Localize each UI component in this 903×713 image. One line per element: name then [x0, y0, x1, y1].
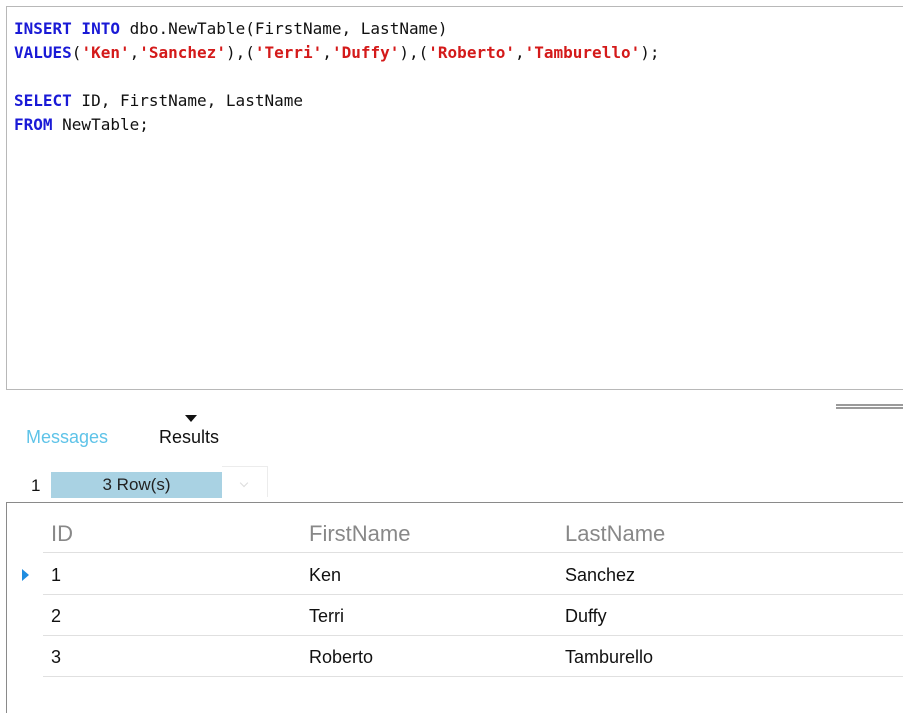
tab-results[interactable]: Results: [159, 427, 219, 448]
column-header-firstname[interactable]: FirstName: [309, 521, 410, 547]
code-token: ,: [129, 43, 140, 62]
code-token: ,: [514, 43, 525, 62]
code-line-1: INSERT INTO dbo.NewTable(FirstName, Last…: [14, 17, 659, 41]
column-header-lastname[interactable]: LastName: [565, 521, 665, 547]
table-cell[interactable]: Tamburello: [565, 647, 653, 668]
code-token: 'Tamburello': [524, 43, 641, 62]
code-token: );: [640, 43, 660, 62]
code-token: (: [71, 43, 82, 62]
code-token: ID, FirstName, LastName: [71, 91, 303, 110]
code-line-2: VALUES('Ken','Sanchez'),('Terri','Duffy'…: [14, 41, 659, 65]
active-tab-caret-icon: [185, 415, 197, 422]
pane-splitter-handle[interactable]: [836, 404, 903, 409]
code-token: ,: [322, 43, 332, 62]
code-token: 'Roberto': [428, 43, 515, 62]
result-set-index[interactable]: 1: [31, 476, 40, 496]
table-cell[interactable]: 3: [51, 647, 61, 668]
tab-messages[interactable]: Messages: [26, 427, 108, 448]
table-row[interactable]: 2 Terri Duffy: [43, 595, 903, 636]
table-cell[interactable]: 1: [51, 565, 61, 586]
code-line-5: FROM NewTable;: [14, 113, 659, 137]
table-row[interactable]: 1 Ken Sanchez: [22, 554, 903, 595]
code-token: ),(: [399, 43, 429, 62]
grid-header-row: ID FirstName LastName: [43, 517, 903, 553]
code-token: ),(: [225, 43, 255, 62]
code-line-4: SELECT ID, FirstName, LastName: [14, 89, 659, 113]
table-cell[interactable]: 2: [51, 606, 61, 627]
table-cell[interactable]: Roberto: [309, 647, 373, 668]
chevron-down-icon: [239, 478, 249, 488]
current-row-indicator-icon: [22, 569, 29, 581]
code-token: INSERT INTO: [14, 19, 120, 38]
table-cell[interactable]: Sanchez: [565, 565, 635, 586]
code-token: FROM: [14, 115, 53, 134]
code-token: VALUES: [14, 43, 72, 62]
code-token: 'Duffy': [331, 43, 400, 62]
table-cell[interactable]: Terri: [309, 606, 344, 627]
sql-code[interactable]: INSERT INTO dbo.NewTable(FirstName, Last…: [14, 17, 659, 137]
code-token: NewTable;: [52, 115, 149, 134]
table-cell[interactable]: Ken: [309, 565, 341, 586]
result-set-dropdown[interactable]: [222, 466, 268, 497]
code-token: 'Sanchez': [139, 43, 226, 62]
code-token: dbo.NewTable(FirstName, LastName): [119, 19, 448, 38]
code-token: 'Terri': [254, 43, 323, 62]
column-header-id[interactable]: ID: [51, 521, 73, 547]
row-count-badge[interactable]: 3 Row(s): [51, 472, 222, 498]
results-grid[interactable]: ID FirstName LastName 1 Ken Sanchez 2 Te…: [6, 502, 903, 713]
query-editor[interactable]: INSERT INTO dbo.NewTable(FirstName, Last…: [6, 6, 903, 390]
code-token: 'Ken': [81, 43, 130, 62]
code-token: SELECT: [14, 91, 72, 110]
table-cell[interactable]: Duffy: [565, 606, 607, 627]
table-row[interactable]: 3 Roberto Tamburello: [43, 636, 903, 677]
